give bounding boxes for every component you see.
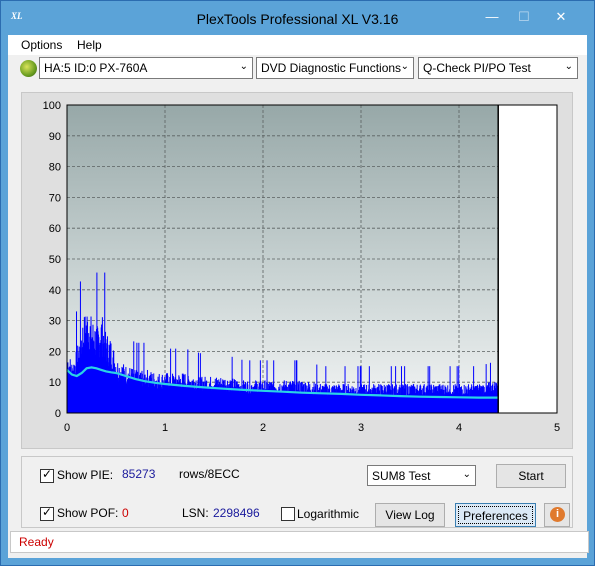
show-pie-checkbox[interactable]: ✓ [40,467,54,483]
view-log-button[interactable]: View Log [375,503,445,527]
test-select-value: Q-Check PI/PO Test [423,61,531,75]
x-tick-label: 2 [260,422,266,434]
show-poe-label: Show POF: [57,506,119,520]
chevron-down-icon: ⌄ [400,61,409,72]
y-tick-label: 100 [43,100,61,112]
maximize-button[interactable]: ☐ [510,7,538,27]
status-text: Ready [19,535,54,549]
y-tick-label: 20 [49,346,61,358]
pie-unit: rows/8ECC [179,467,240,481]
show-poe-checkbox[interactable]: ✓ [40,505,54,521]
drive-select-value: HA:5 ID:0 PX-760A [44,61,148,75]
chevron-down-icon: ⌄ [564,61,573,72]
menu-help[interactable]: Help [77,38,102,52]
x-tick-label: 0 [64,422,70,434]
pi-po-chart: 0 10 20 30 40 50 60 70 80 90 100 0 1 2 3 4 5 [43,100,560,434]
x-tick-label: 5 [554,422,560,434]
y-tick-label: 70 [49,192,61,204]
menu-bar: Options Help [8,35,587,55]
menu-options[interactable]: Options [21,38,62,52]
drive-select[interactable]: HA:5 ID:0 PX-760A ⌄ [39,57,253,79]
lsn-value: 2298496 [213,506,260,520]
drive-icon [20,60,37,77]
lsn-label: LSN: [182,506,209,520]
sum-test-value: SUM8 Test [372,469,431,483]
unused-region [498,105,557,413]
x-tick-label: 1 [162,422,168,434]
logarithmic-label: Logarithmic [297,507,360,521]
x-tick-label: 3 [358,422,364,434]
client-area: Options Help HA:5 ID:0 PX-760A ⌄ DVD Dia… [8,35,589,558]
app-window: XL PlexTools Professional XL V3.16 — ☐ ✕… [0,0,595,566]
y-tick-label: 60 [49,223,61,235]
logarithmic-checkbox[interactable] [281,507,295,521]
test-select[interactable]: Q-Check PI/PO Test ⌄ [418,57,578,79]
function-select-value: DVD Diagnostic Functions [261,61,402,75]
y-tick-label: 30 [49,316,61,328]
preferences-button[interactable]: Preferences [455,503,536,527]
y-tick-label: 90 [49,131,61,143]
sum-test-select[interactable]: SUM8 Test ⌄ [367,465,476,486]
pie-value: 85273 [122,467,156,481]
info-button[interactable]: i [544,503,570,527]
preferences-label: Preferences [458,506,533,524]
close-button[interactable]: ✕ [541,7,581,27]
check-icon: ✓ [42,505,53,519]
y-tick-label: 40 [49,285,61,297]
title-bar[interactable]: XL PlexTools Professional XL V3.16 — ☐ ✕ [1,1,594,35]
info-icon: i [550,507,565,522]
chart-panel: 0 10 20 30 40 50 60 70 80 90 100 0 1 2 3 4 5 [21,92,573,449]
check-icon: ✓ [42,467,53,481]
show-pie-label: Show PIE: [57,468,114,482]
status-bar: Ready [10,531,589,553]
y-tick-label: 10 [49,377,61,389]
function-select[interactable]: DVD Diagnostic Functions ⌄ [256,57,414,79]
minimize-button[interactable]: — [478,7,506,27]
y-tick-label: 80 [49,162,61,174]
start-button[interactable]: Start [496,464,566,488]
x-tick-label: 4 [456,422,462,434]
chevron-down-icon: ⌄ [239,61,248,72]
y-tick-label: 0 [55,408,61,420]
poe-value: 0 [122,506,129,520]
options-panel: ✓ Show PIE: 85273 rows/8ECC SUM8 Test ⌄ … [21,456,573,528]
y-tick-label: 50 [49,254,61,266]
chevron-down-icon: ⌄ [462,469,471,480]
